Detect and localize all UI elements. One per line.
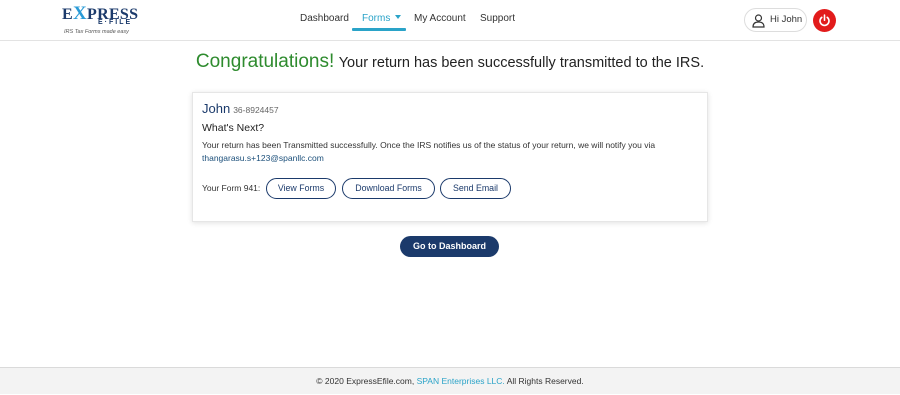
taxpayer-name: John 36-8924457 (202, 101, 279, 116)
next-steps-message: Your return has been Transmitted success… (202, 139, 702, 165)
nav-forms[interactable]: Forms (362, 13, 402, 24)
footer-rights: All Rights Reserved. (506, 376, 584, 386)
footer: © 2020 ExpressEfile.com, SPAN Enterprise… (0, 367, 900, 394)
user-menu-button[interactable]: Hi John (744, 8, 807, 32)
logout-button[interactable] (813, 9, 836, 32)
taxpayer-ein: 36-8924457 (233, 105, 279, 115)
congrats-text: Congratulations! (195, 51, 335, 72)
chevron-down-icon (395, 15, 402, 19)
form-941-label: Your Form 941: (202, 183, 261, 193)
view-forms-button[interactable]: View Forms (266, 178, 336, 199)
transmitted-message: Your return has been successfully transm… (338, 55, 705, 71)
top-header: EXPRESS E·FILE IRS Tax Forms made easy D… (0, 0, 900, 41)
footer-span-link[interactable]: SPAN Enterprises LLC. (417, 376, 505, 386)
nav-support[interactable]: Support (480, 13, 515, 24)
success-headline: Congratulations! Your return has been su… (0, 51, 900, 73)
logo-tagline: IRS Tax Forms made easy (64, 29, 129, 35)
taxpayer-name-text: John (202, 101, 231, 116)
logo-subtitle: E·FILE (98, 19, 133, 26)
footer-copyright: © 2020 ExpressEfile.com, (316, 376, 415, 386)
nav-active-indicator (352, 28, 406, 31)
nav-my-account[interactable]: My Account (414, 13, 466, 24)
user-greeting: Hi John (770, 14, 803, 25)
notification-email: thangarasu.s+123@spanllc.com (202, 153, 324, 163)
express-efile-logo[interactable]: EXPRESS E·FILE IRS Tax Forms made easy (62, 4, 142, 37)
send-email-button[interactable]: Send Email (440, 178, 511, 199)
power-icon (819, 14, 830, 27)
download-forms-button[interactable]: Download Forms (342, 178, 435, 199)
return-status-card: John 36-8924457 What's Next? Your return … (192, 92, 708, 222)
nav-forms-label: Forms (362, 13, 391, 24)
next-steps-text: Your return has been Transmitted success… (202, 140, 656, 150)
whats-next-heading: What's Next? (202, 122, 265, 134)
nav-dashboard[interactable]: Dashboard (300, 13, 349, 24)
user-icon (751, 13, 766, 28)
go-to-dashboard-button[interactable]: Go to Dashboard (400, 236, 499, 257)
